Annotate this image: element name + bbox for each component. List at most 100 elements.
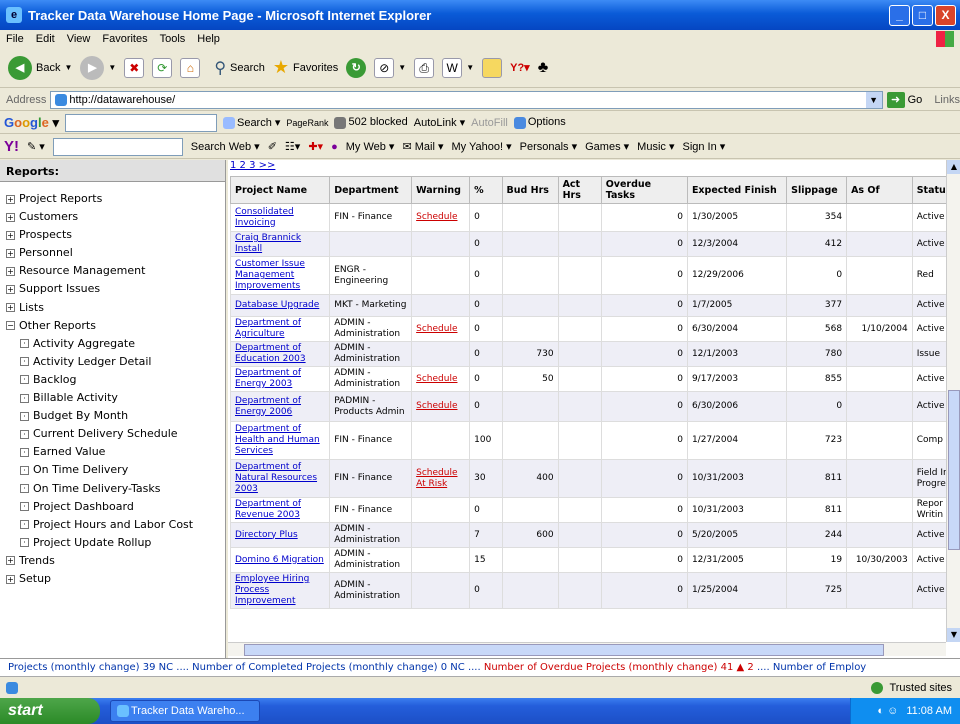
menu-help[interactable]: Help <box>191 33 226 45</box>
horizontal-scrollbar[interactable] <box>228 642 946 656</box>
pencil-icon[interactable]: ✎ ▾ <box>27 140 45 153</box>
music-button[interactable]: Music ▾ <box>637 140 674 153</box>
expand-icon[interactable]: + <box>6 230 15 240</box>
tree-node-personnel[interactable]: + Personnel <box>6 244 225 262</box>
report-link[interactable]: · Budget By Month <box>6 407 225 425</box>
report-link[interactable]: · Project Update Rollup <box>6 534 225 552</box>
warning-link[interactable]: Schedule At Risk <box>411 459 471 498</box>
scroll-down-icon[interactable]: ▼ <box>947 628 960 642</box>
warning-link[interactable]: Schedule <box>411 203 471 232</box>
google-search-button[interactable]: Search ▾ <box>222 116 280 130</box>
project-name-link[interactable]: Department of Agriculture <box>229 316 331 342</box>
stop-icon[interactable]: ✖ <box>124 57 145 78</box>
expand-icon[interactable]: + <box>6 556 15 566</box>
project-name-link[interactable]: Consolidated Invoicing <box>229 203 331 232</box>
hscroll-thumb[interactable] <box>244 644 884 656</box>
start-button[interactable]: start <box>0 698 100 724</box>
expand-icon[interactable]: + <box>6 212 15 222</box>
google-search-input[interactable] <box>64 113 217 132</box>
tree-node-prospects[interactable]: + Prospects <box>6 226 225 244</box>
column-header[interactable]: Act Hrs <box>557 176 602 204</box>
menu-favorites[interactable]: Favorites <box>96 33 153 45</box>
yahoo-logo[interactable]: Y! <box>4 138 19 155</box>
media-icon[interactable]: ↻ <box>346 57 367 78</box>
maximize-button[interactable]: □ <box>912 5 933 26</box>
warning-link[interactable]: Schedule <box>411 316 471 342</box>
project-name-link[interactable]: Employee Hiring Process Improvement <box>229 572 331 609</box>
column-header[interactable]: As Of <box>846 176 913 204</box>
yahoo-circle-icon[interactable]: ● <box>331 141 338 153</box>
myweb-button[interactable]: My Web ▾ <box>346 140 395 153</box>
go-button[interactable]: ➜ Go <box>886 91 922 108</box>
games-button[interactable]: Games ▾ <box>585 140 629 153</box>
project-name-link[interactable]: Department of Health and Human Services <box>229 421 331 460</box>
report-link[interactable]: · Current Delivery Schedule <box>6 425 225 443</box>
expand-icon[interactable]: + <box>6 285 15 295</box>
messenger-icon[interactable]: ♣ <box>538 59 549 77</box>
taskbar-ie-window[interactable]: Tracker Data Wareho... <box>110 700 260 722</box>
menu-file[interactable]: File <box>0 33 30 45</box>
column-header[interactable]: Department <box>329 176 413 204</box>
forward-button[interactable]: ▶ ▼ <box>80 55 116 80</box>
report-link[interactable]: · Billable Activity <box>6 389 225 407</box>
tray-icons[interactable]: ◐ ☺ <box>877 705 898 717</box>
scroll-thumb[interactable] <box>948 390 960 550</box>
report-link[interactable]: · Project Dashboard <box>6 498 225 516</box>
column-header[interactable]: Bud Hrs <box>501 176 559 204</box>
close-button[interactable]: X <box>935 5 956 26</box>
yahoo-button-icon[interactable]: Y?▾ <box>510 61 530 74</box>
project-name-link[interactable]: Domino 6 Migration <box>229 547 331 573</box>
project-name-link[interactable]: Department of Natural Resources 2003 <box>229 459 331 498</box>
project-name-link[interactable]: Craig Brannick Install <box>229 231 331 257</box>
highlight-icon[interactable]: ✐ <box>268 140 277 153</box>
back-button[interactable]: ◀ Back ▼ <box>8 55 72 80</box>
google-logo[interactable]: Google ▾ <box>4 115 59 131</box>
report-link[interactable]: · Backlog <box>6 371 225 389</box>
search-web-button[interactable]: Search Web ▾ <box>191 140 260 153</box>
report-link[interactable]: · Activity Aggregate <box>6 335 225 353</box>
address-input[interactable]: http://datawarehouse/ ▼ <box>50 90 883 109</box>
project-name-link[interactable]: Department of Revenue 2003 <box>229 497 331 523</box>
column-header[interactable]: Overdue Tasks <box>600 176 688 204</box>
column-header[interactable]: % <box>469 176 503 204</box>
project-name-link[interactable]: Directory Plus <box>229 522 331 548</box>
personals-button[interactable]: Personals ▾ <box>520 140 578 153</box>
project-name-link[interactable]: Department of Education 2003 <box>229 341 331 367</box>
mail-button[interactable]: ✉ Mail ▾ <box>402 140 443 153</box>
print-icon[interactable]: ⎙ <box>414 57 435 78</box>
project-name-link[interactable]: Customer Issue Management Improvements <box>229 256 331 295</box>
warning-link[interactable]: Schedule <box>411 391 471 422</box>
folder-icon[interactable] <box>482 57 503 78</box>
report-link[interactable]: · On Time Delivery <box>6 461 225 479</box>
address-dropdown-icon[interactable]: ▼ <box>865 91 882 108</box>
scroll-up-icon[interactable]: ▲ <box>947 160 960 174</box>
vertical-scrollbar[interactable]: ▲ ▼ <box>946 160 960 642</box>
report-link[interactable]: · Earned Value <box>6 443 225 461</box>
refresh-icon[interactable]: ⟳ <box>152 57 173 78</box>
collapse-icon[interactable]: − <box>6 321 15 331</box>
tree-node-customers[interactable]: + Customers <box>6 208 225 226</box>
report-link[interactable]: · On Time Delivery-Tasks <box>6 480 225 498</box>
tree-node-support-issues[interactable]: + Support Issues <box>6 280 225 298</box>
expand-icon[interactable]: + <box>6 266 15 276</box>
minimize-button[interactable]: _ <box>889 5 910 26</box>
project-name-link[interactable]: Database Upgrade <box>229 294 331 317</box>
links-button[interactable]: Links <box>934 94 960 106</box>
tree-node-lists[interactable]: + Lists <box>6 299 225 317</box>
search-button[interactable]: ⚲ Search <box>214 58 265 78</box>
tree-node-other-reports[interactable]: − Other Reports <box>6 317 225 335</box>
tree-node-trends[interactable]: + Trends <box>6 552 225 570</box>
menu-edit[interactable]: Edit <box>30 33 61 45</box>
report-link[interactable]: · Activity Ledger Detail <box>6 353 225 371</box>
yahoo-search-input[interactable] <box>52 137 183 156</box>
expand-icon[interactable]: + <box>6 303 15 313</box>
edit-icon[interactable]: W <box>442 57 463 78</box>
home-icon[interactable]: ⌂ <box>180 57 201 78</box>
menu-tools[interactable]: Tools <box>154 33 192 45</box>
warning-link[interactable]: Schedule <box>411 366 471 392</box>
tree-node-resource-management[interactable]: + Resource Management <box>6 262 225 280</box>
expand-icon[interactable]: + <box>6 248 15 258</box>
column-header[interactable]: Warning <box>411 176 471 204</box>
column-header[interactable]: Expected Finish <box>686 176 788 204</box>
autofill-button[interactable]: AutoFill <box>471 117 508 129</box>
